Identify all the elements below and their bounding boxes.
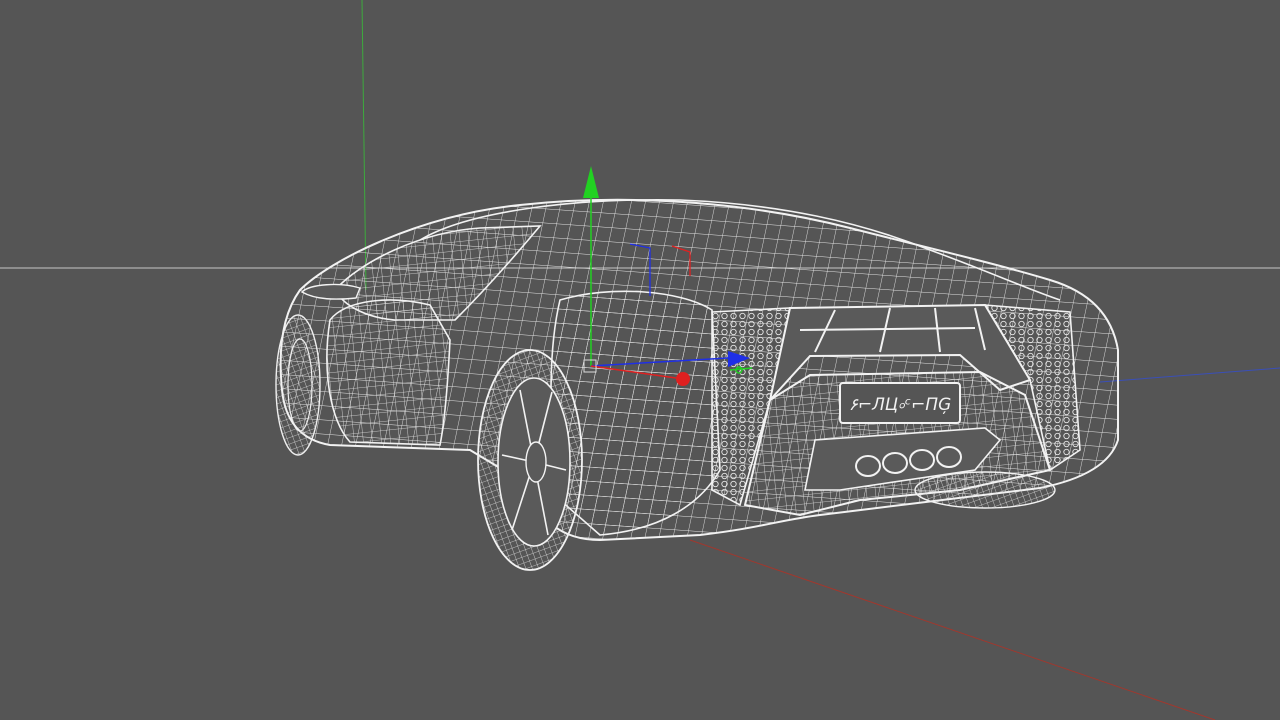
rear-fascia: ۶⌐ЛЦ৹ᶜ⌐ΠĢ	[711, 303, 1081, 517]
gizmo-x-handle-icon[interactable]	[676, 372, 690, 386]
car-wireframe-model[interactable]: ۶⌐ЛЦ৹ᶜ⌐ΠĢ	[275, 198, 1119, 571]
world-z-axis	[1099, 367, 1280, 383]
license-plate-text: ۶⌐ЛЦ৹ᶜ⌐ΠĢ	[849, 395, 952, 415]
gizmo-y-arrow-icon[interactable]	[583, 166, 599, 198]
viewport-canvas[interactable]: ۶⌐ЛЦ৹ᶜ⌐ΠĢ	[0, 0, 1280, 720]
rear-right-wheel-hint	[914, 471, 1056, 509]
3d-viewport[interactable]: ۶⌐ЛЦ৹ᶜ⌐ΠĢ	[0, 0, 1280, 720]
world-y-axis	[361, 0, 367, 291]
near-wheel[interactable]	[477, 349, 583, 571]
world-x-axis	[689, 539, 1216, 720]
side-intake	[326, 299, 451, 446]
